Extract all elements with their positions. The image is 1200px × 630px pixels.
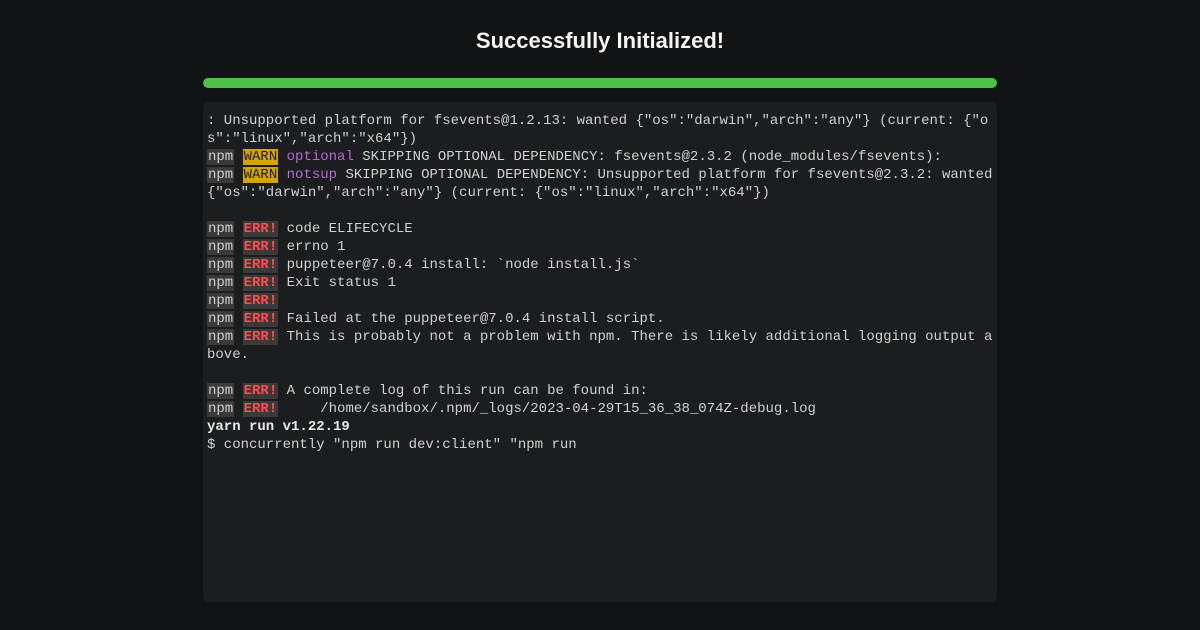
terminal-line: yarn run v1.22.19 <box>207 418 993 436</box>
terminal-line: npm WARN optional SKIPPING OPTIONAL DEPE… <box>207 148 993 166</box>
progress-bar <box>203 78 997 88</box>
terminal-line <box>207 364 993 382</box>
terminal-line: npm ERR! This is probably not a problem … <box>207 328 993 364</box>
page-title: Successfully Initialized! <box>476 28 724 54</box>
terminal-line: npm ERR! <box>207 292 993 310</box>
terminal-line: npm ERR! code ELIFECYCLE <box>207 220 993 238</box>
terminal-line: npm ERR! /home/sandbox/.npm/_logs/2023-0… <box>207 400 993 418</box>
terminal-line: npm ERR! puppeteer@7.0.4 install: `node … <box>207 256 993 274</box>
terminal-line <box>207 202 993 220</box>
terminal-line: npm ERR! A complete log of this run can … <box>207 382 993 400</box>
terminal-line: : Unsupported platform for fsevents@1.2.… <box>207 112 993 148</box>
terminal-line: npm ERR! Failed at the puppeteer@7.0.4 i… <box>207 310 993 328</box>
terminal-line: npm ERR! Exit status 1 <box>207 274 993 292</box>
terminal-output[interactable]: : Unsupported platform for fsevents@1.2.… <box>203 102 997 602</box>
terminal-line: npm ERR! errno 1 <box>207 238 993 256</box>
terminal-line: $ concurrently "npm run dev:client" "npm… <box>207 436 993 454</box>
terminal-line: npm WARN notsup SKIPPING OPTIONAL DEPEND… <box>207 166 993 202</box>
